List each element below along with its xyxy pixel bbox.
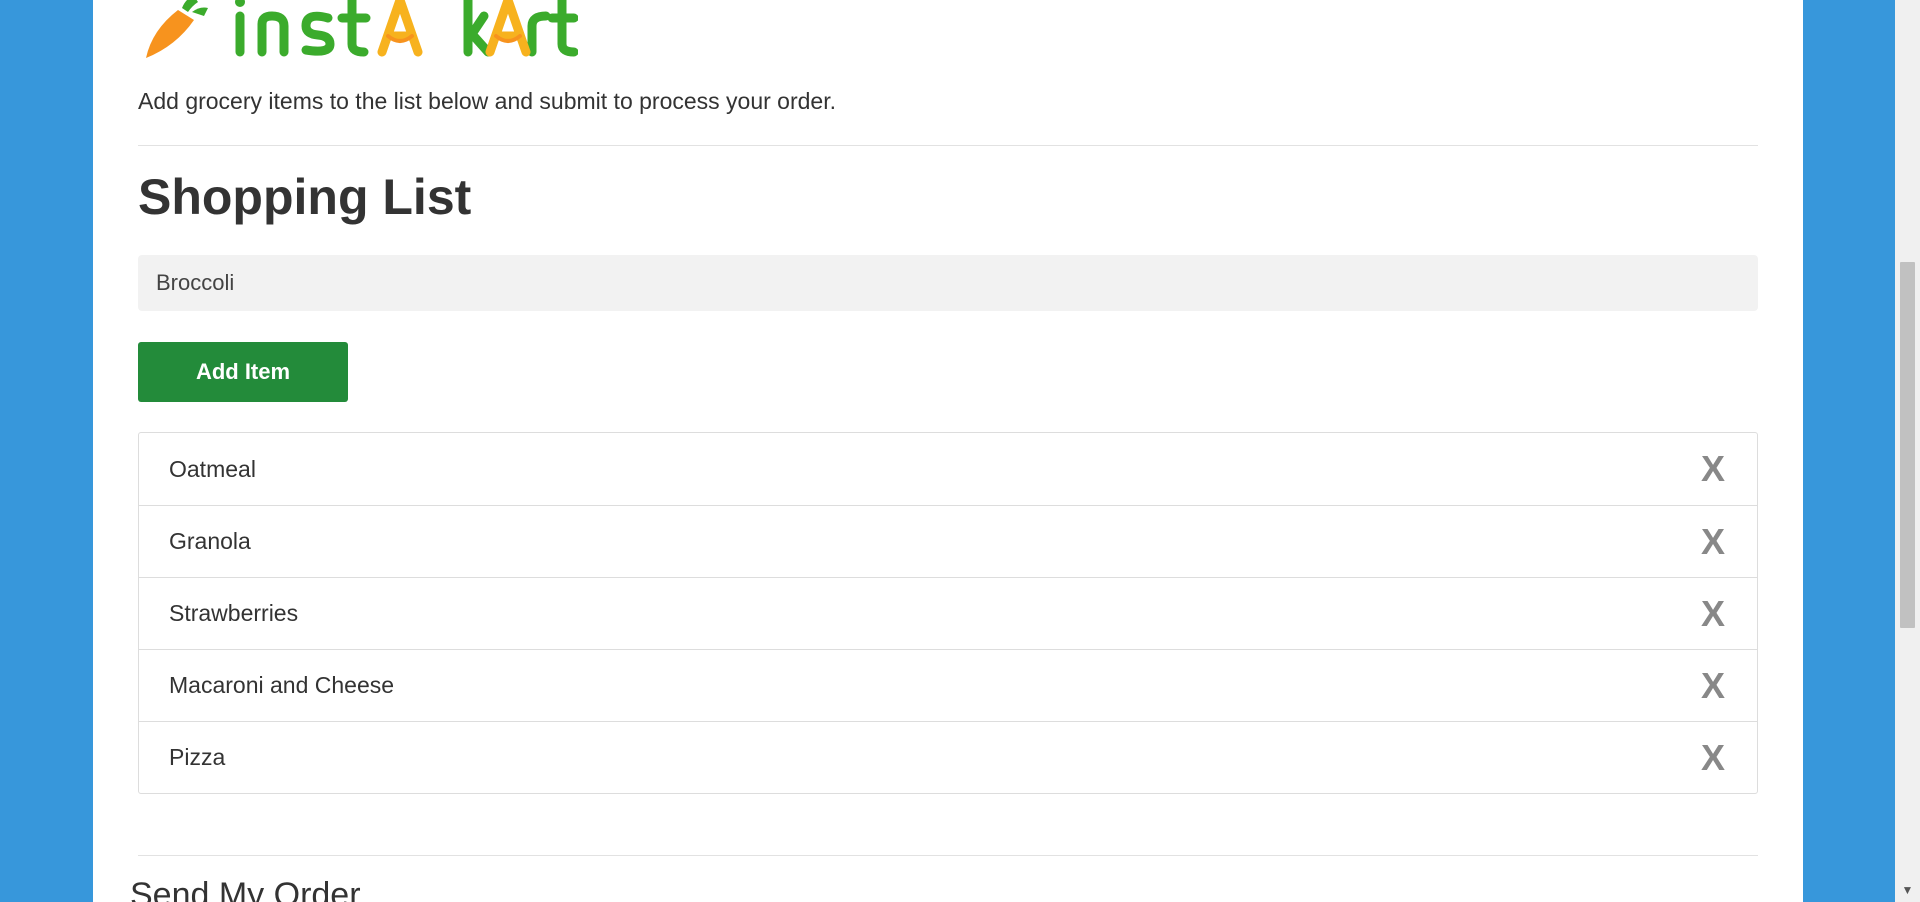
instakart-logo — [146, 0, 578, 58]
list-item-label: Macaroni and Cheese — [169, 672, 395, 698]
scrollbar-thumb[interactable] — [1900, 262, 1915, 628]
list-item-label: Strawberries — [169, 600, 299, 626]
list-item: Oatmeal X — [139, 433, 1757, 505]
main-page: Add grocery items to the list below and … — [93, 0, 1803, 902]
remove-item-button[interactable]: X — [1701, 665, 1727, 707]
remove-item-button[interactable]: X — [1701, 448, 1727, 490]
grocery-item-input[interactable] — [138, 255, 1758, 311]
list-item: Pizza X — [139, 721, 1757, 793]
divider — [138, 145, 1758, 146]
list-item-label: Pizza — [169, 744, 226, 770]
page-scrollbar[interactable]: ▼ — [1895, 0, 1920, 902]
page-subtitle: Add grocery items to the list below and … — [138, 88, 836, 114]
list-item: Granola X — [139, 505, 1757, 577]
shopping-list: Oatmeal X Granola X Strawberries X Macar… — [138, 432, 1758, 794]
list-item: Strawberries X — [139, 577, 1757, 649]
divider — [138, 855, 1758, 856]
scroll-down-arrow-icon[interactable]: ▼ — [1895, 880, 1920, 900]
list-item-label: Oatmeal — [169, 455, 256, 482]
add-item-button[interactable]: Add Item — [138, 342, 348, 402]
list-item: Macaroni and Cheese X — [139, 649, 1757, 721]
list-item-label: Granola — [169, 528, 251, 554]
shopping-list-title: Shopping List — [138, 169, 472, 225]
remove-item-button[interactable]: X — [1701, 593, 1727, 635]
send-order-title: Send My Order — [130, 876, 361, 902]
remove-item-button[interactable]: X — [1701, 521, 1727, 563]
remove-item-button[interactable]: X — [1701, 737, 1727, 779]
